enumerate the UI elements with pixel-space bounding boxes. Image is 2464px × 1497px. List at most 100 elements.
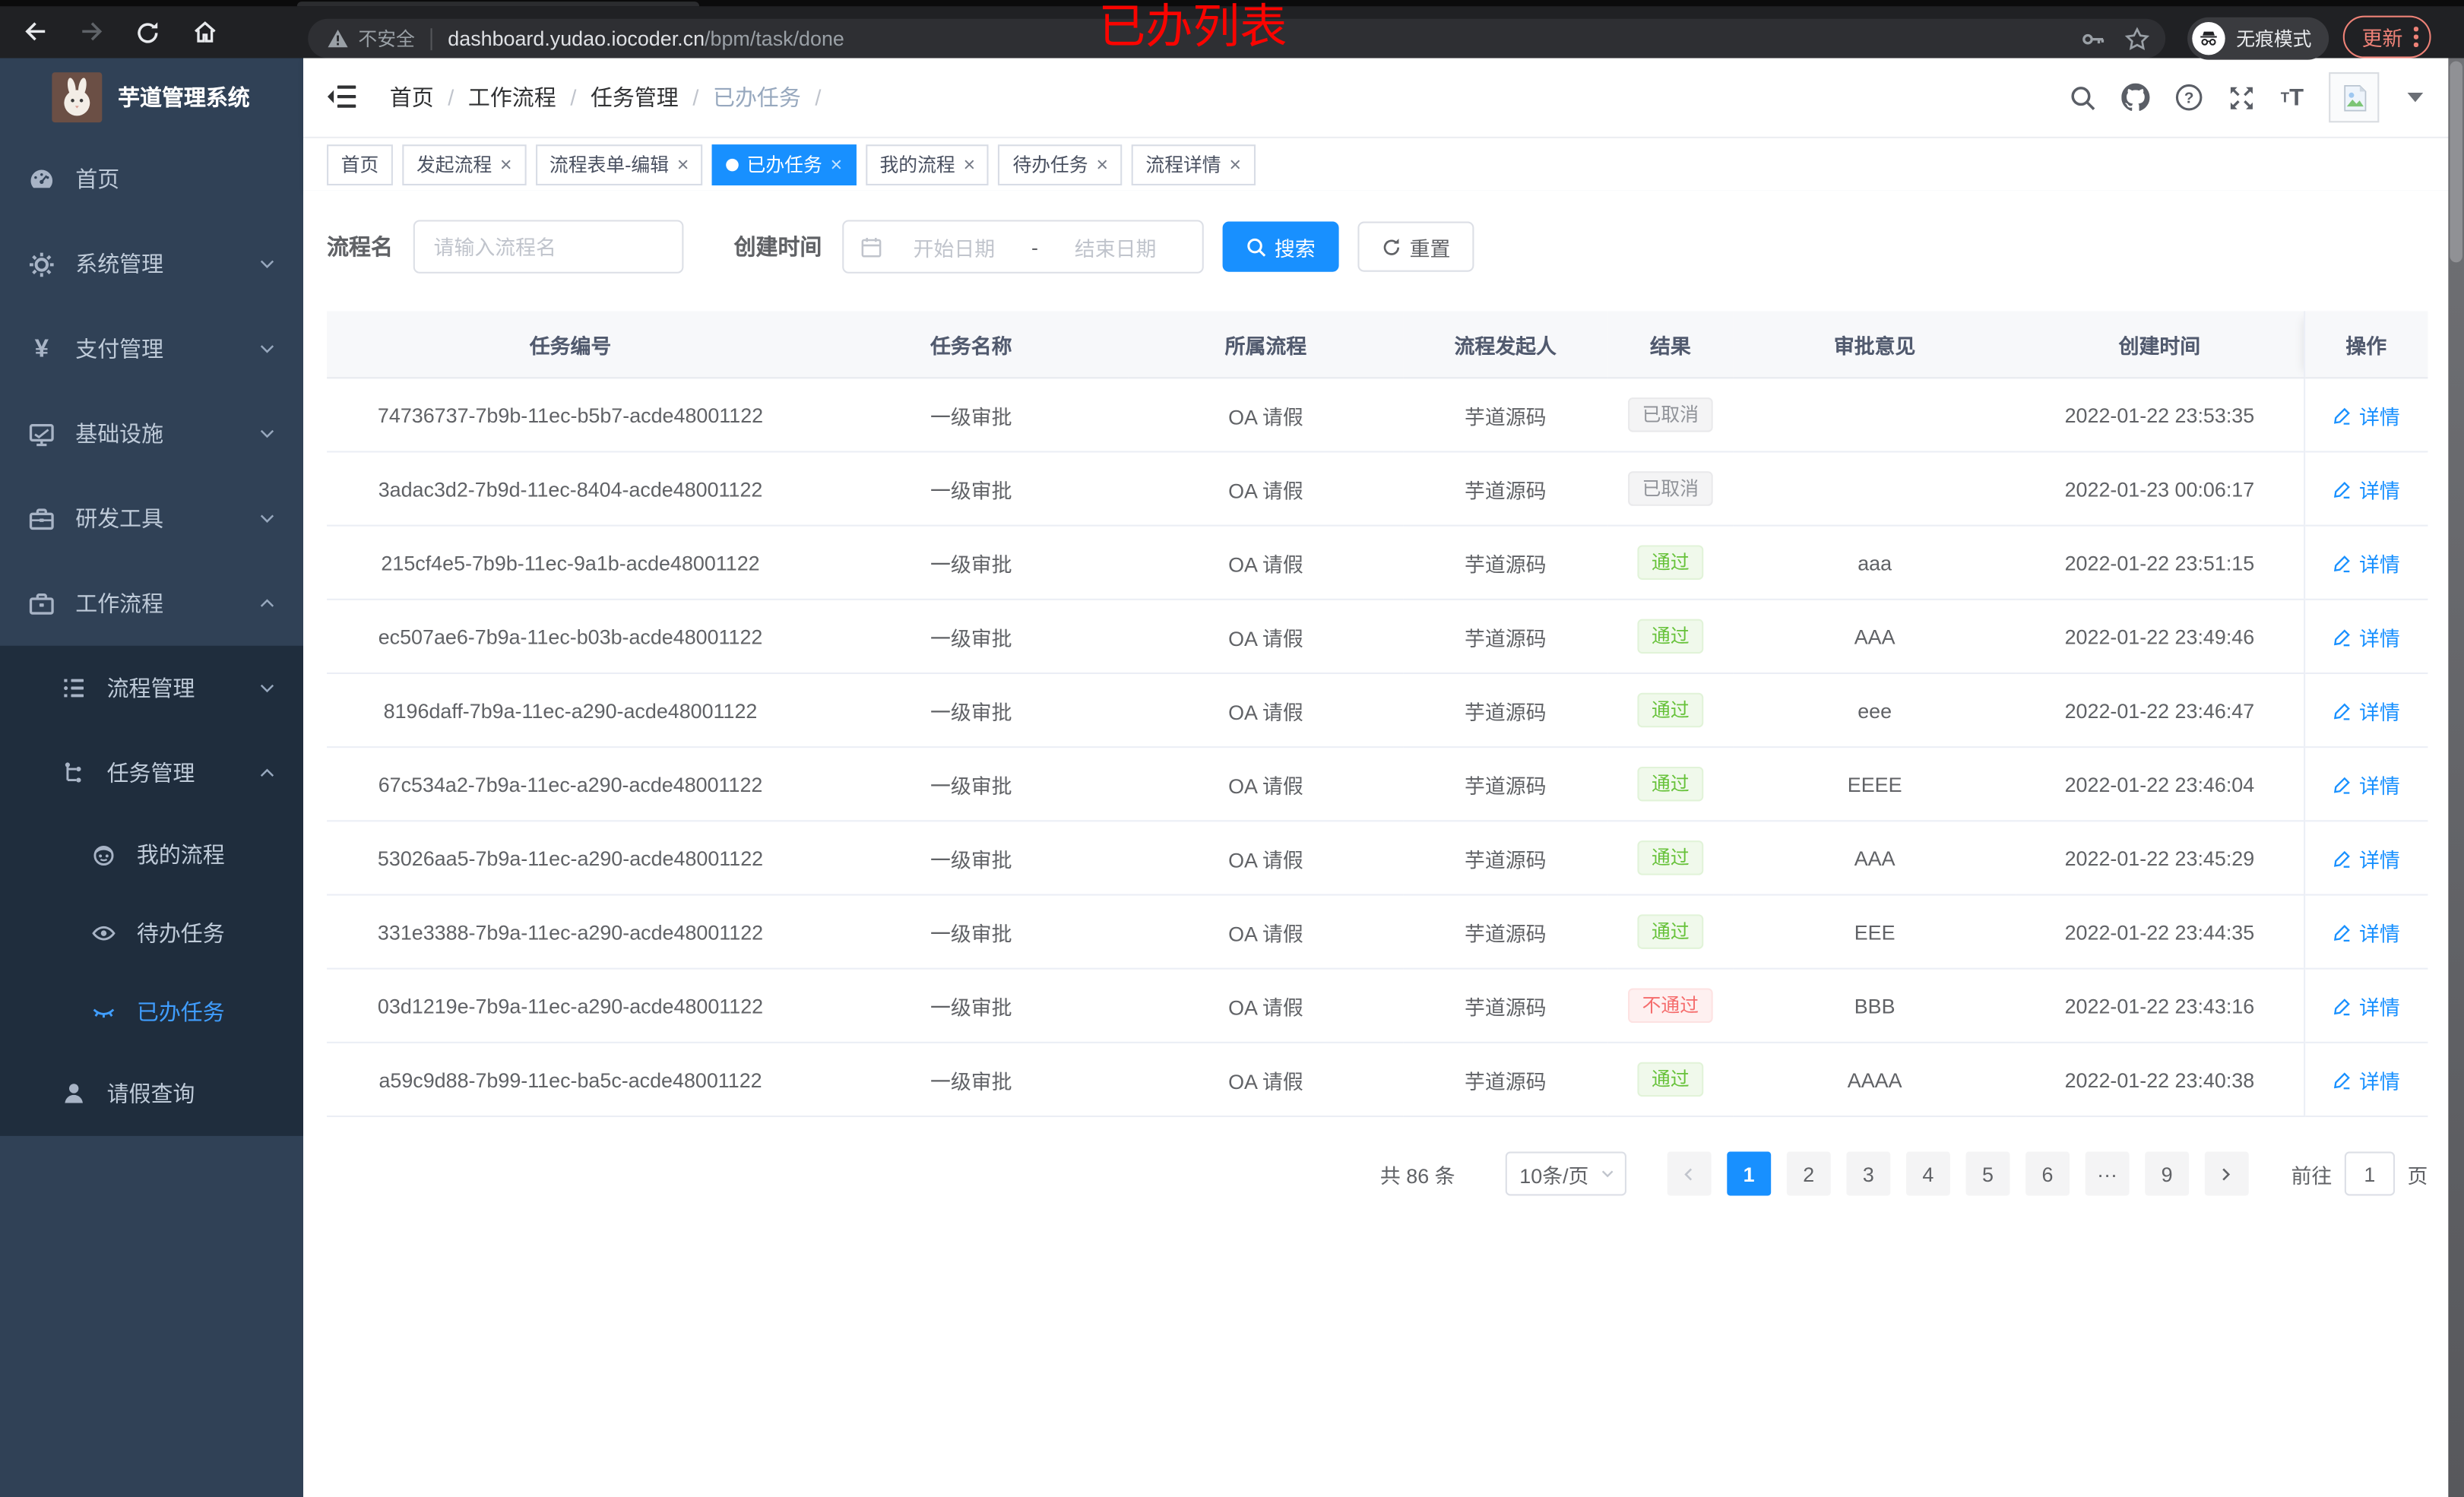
refresh-icon (1383, 238, 1400, 255)
breadcrumb-separator: / (692, 84, 699, 110)
reset-button[interactable]: 重置 (1357, 221, 1474, 272)
font-size-icon[interactable]: TT (2281, 86, 2304, 109)
range-separator: - (1031, 235, 1039, 259)
avatar[interactable] (2329, 72, 2380, 123)
page-button[interactable]: 2 (1786, 1151, 1831, 1196)
detail-link[interactable]: 详情 (2333, 695, 2400, 725)
page-button[interactable]: 3 (1846, 1151, 1891, 1196)
more-vert-icon[interactable] (2413, 27, 2418, 47)
cell-comment: BBB (1733, 968, 2016, 1043)
detail-link[interactable]: 详情 (2333, 1065, 2400, 1094)
breadcrumb-item[interactable]: 首页 (390, 82, 434, 113)
search-button[interactable]: 搜索 (1222, 221, 1339, 272)
cell-create-time: 2022-01-23 00:06:17 (2016, 451, 2304, 527)
detail-link[interactable]: 详情 (2333, 400, 2400, 429)
caret-down-icon[interactable] (2407, 92, 2424, 103)
sidebar-item-process-mgmt[interactable]: 流程管理 (0, 646, 303, 731)
tab[interactable]: 首页 × (327, 144, 393, 185)
detail-link[interactable]: 详情 (2333, 473, 2400, 503)
eye-closed-icon (90, 999, 116, 1025)
tab-label: 待办任务 (1012, 153, 1088, 176)
sidebar-item-label: 我的流程 (136, 842, 225, 868)
tab[interactable]: 流程详情 × (1131, 144, 1256, 185)
close-tab-icon[interactable]: × (963, 154, 975, 175)
col-process: 所属流程 (1128, 311, 1404, 379)
close-tab-icon[interactable]: × (1229, 154, 1241, 175)
page-button[interactable]: 4 (1905, 1151, 1950, 1196)
breadcrumb-separator: / (570, 84, 577, 110)
breadcrumb-item[interactable]: 已办任务 (713, 82, 801, 113)
prev-page-button[interactable] (1667, 1151, 1712, 1196)
star-icon[interactable] (2124, 26, 2150, 51)
browser-update-button[interactable]: 更新 (2342, 15, 2431, 59)
sidebar-item-todo-tasks[interactable]: 待办任务 (0, 894, 303, 972)
page-size-value: 10条/页 (1519, 1163, 1589, 1188)
page-button[interactable]: 6 (2025, 1151, 2070, 1196)
next-page-button[interactable] (2204, 1151, 2249, 1196)
detail-link[interactable]: 详情 (2333, 843, 2400, 872)
help-icon[interactable]: ? (2175, 84, 2203, 112)
back-icon[interactable] (13, 10, 57, 54)
collapse-sidebar-icon[interactable] (327, 84, 356, 110)
github-icon[interactable] (2121, 83, 2151, 112)
cell-task-id: 67c534a2-7b9a-11ec-a290-acde48001122 (327, 747, 815, 822)
tab[interactable]: 待办任务 × (998, 144, 1123, 185)
cell-actions: 详情 (2303, 821, 2428, 896)
fullscreen-icon[interactable] (2229, 84, 2256, 111)
cell-create-time: 2022-01-22 23:40:38 (2016, 1042, 2304, 1118)
search-icon[interactable] (2070, 84, 2097, 111)
sidebar-item-infra[interactable]: 基础设施 (0, 391, 303, 476)
sidebar-item-my-process[interactable]: 我的流程 (0, 815, 303, 894)
key-icon[interactable] (2081, 26, 2106, 51)
cell-comment: EEE (1733, 894, 2016, 970)
jump-page-input[interactable] (2344, 1151, 2395, 1196)
sidebar-item-home[interactable]: 首页 (0, 137, 303, 222)
warning-icon (327, 28, 349, 49)
cell-actions: 详情 (2303, 599, 2428, 675)
reload-icon[interactable] (125, 10, 169, 54)
page-button[interactable]: 1 (1727, 1151, 1772, 1196)
chevron-down-icon (260, 429, 274, 438)
home-icon[interactable] (182, 10, 226, 54)
date-range-input[interactable]: 开始日期 - 结束日期 (842, 220, 1204, 274)
process-name-input[interactable] (413, 220, 684, 274)
col-create-time: 创建时间 (2016, 311, 2304, 379)
scrollbar-track[interactable] (2448, 58, 2464, 1497)
close-tab-icon[interactable]: × (1096, 154, 1108, 175)
detail-link[interactable]: 详情 (2333, 769, 2400, 799)
chevron-down-icon (260, 345, 274, 353)
url-path: /bpm/task/done (705, 27, 844, 51)
page-size-select[interactable]: 10条/页 (1505, 1151, 1626, 1196)
sidebar-item-task-mgmt[interactable]: 任务管理 (0, 730, 303, 815)
cell-create-time: 2022-01-22 23:44:35 (2016, 894, 2304, 970)
breadcrumb-item[interactable]: 工作流程 (468, 82, 556, 113)
tab[interactable]: 我的流程 × (865, 144, 990, 185)
incognito-icon (2192, 21, 2225, 55)
chevron-down-icon (260, 684, 274, 693)
close-tab-icon[interactable]: × (500, 154, 512, 175)
page-button[interactable]: 9 (2145, 1151, 2190, 1196)
close-tab-icon[interactable]: × (830, 154, 842, 175)
detail-link[interactable]: 详情 (2333, 991, 2400, 1021)
detail-link[interactable]: 详情 (2333, 622, 2400, 651)
tab[interactable]: 流程表单-编辑 × (535, 144, 703, 185)
page-button[interactable]: ··· (2085, 1151, 2130, 1196)
tab[interactable]: 已办任务 × (712, 144, 857, 185)
forward-icon[interactable] (69, 10, 113, 54)
app-logo[interactable]: 芋道管理系统 (0, 59, 303, 137)
close-tab-icon[interactable]: × (676, 154, 689, 175)
sidebar-item-workflow[interactable]: 工作流程 (0, 561, 303, 646)
sidebar-item-devtools[interactable]: 研发工具 (0, 476, 303, 561)
sidebar-item-system[interactable]: 系统管理 (0, 222, 303, 307)
page-button[interactable]: 5 (1965, 1151, 2010, 1196)
breadcrumb-item[interactable]: 任务管理 (591, 82, 679, 113)
detail-link[interactable]: 详情 (2333, 916, 2400, 946)
detail-link[interactable]: 详情 (2333, 548, 2400, 578)
tab[interactable]: 发起流程 × (402, 144, 526, 185)
scrollbar-thumb[interactable] (2450, 61, 2462, 263)
url-text: dashboard.yudao.iocoder.cn/bpm/task/done (448, 27, 844, 50)
sidebar-item-leave-query[interactable]: 请假查询 (0, 1051, 303, 1136)
sidebar-item-done-tasks[interactable]: 已办任务 (0, 973, 303, 1051)
status-badge: 通过 (1637, 619, 1704, 654)
sidebar-item-payment[interactable]: ¥ 支付管理 (0, 306, 303, 391)
